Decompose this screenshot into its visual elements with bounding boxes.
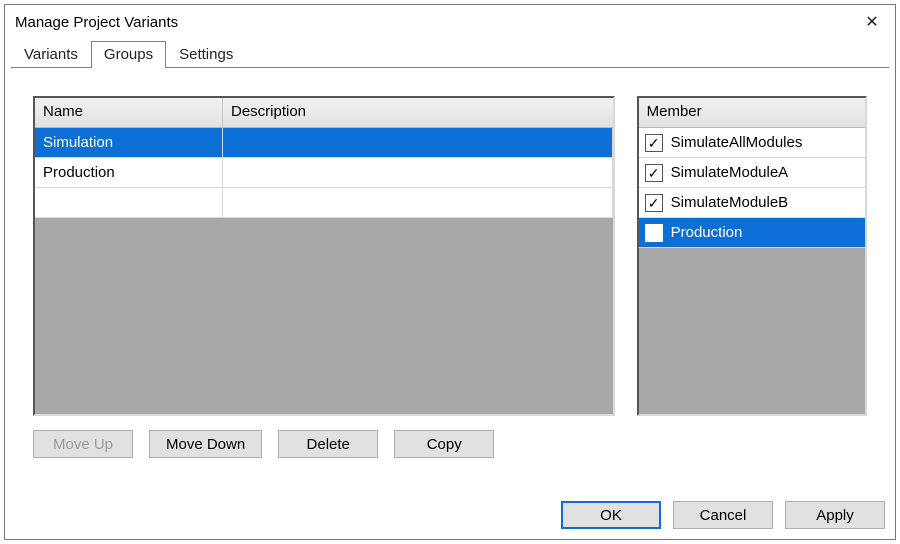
action-button-row: Move Up Move Down Delete Copy — [33, 430, 867, 458]
tab-content: Name Description Simulation Production — [5, 68, 895, 493]
list-item[interactable]: Production — [639, 218, 865, 248]
column-header-member[interactable]: Member — [639, 98, 865, 127]
table-row[interactable]: Simulation — [35, 128, 613, 158]
list-item[interactable]: ✓ SimulateAllModules — [639, 128, 865, 158]
tab-label: Variants — [24, 46, 78, 63]
cancel-button[interactable]: Cancel — [673, 501, 773, 529]
tab-strip: Variants Groups Settings — [5, 39, 895, 68]
member-label: SimulateModuleA — [671, 164, 789, 181]
checkbox-icon[interactable]: ✓ — [645, 134, 663, 152]
move-up-button[interactable]: Move Up — [33, 430, 133, 458]
ok-button[interactable]: OK — [561, 501, 661, 529]
cell-description — [223, 188, 613, 218]
checkbox-icon[interactable]: ✓ — [645, 164, 663, 182]
table-row[interactable] — [35, 188, 613, 218]
dialog-window: Manage Project Variants ✕ Variants Group… — [4, 4, 896, 540]
cell-name: Simulation — [35, 128, 223, 158]
dialog-footer: OK Cancel Apply — [5, 493, 895, 539]
list-item[interactable]: ✓ SimulateModuleB — [639, 188, 865, 218]
apply-button[interactable]: Apply — [785, 501, 885, 529]
cell-description — [223, 158, 613, 188]
member-label: Production — [671, 224, 743, 241]
cell-name — [35, 188, 223, 218]
tab-groups[interactable]: Groups — [91, 41, 166, 68]
tab-label: Groups — [104, 46, 153, 63]
checkbox-icon[interactable] — [645, 224, 663, 242]
cell-name: Production — [35, 158, 223, 188]
grid-body: Simulation Production — [35, 128, 613, 414]
cell-description — [223, 128, 613, 158]
move-down-button[interactable]: Move Down — [149, 430, 262, 458]
list-item[interactable]: ✓ SimulateModuleA — [639, 158, 865, 188]
grid-header: Member — [639, 98, 865, 128]
delete-button[interactable]: Delete — [278, 430, 378, 458]
tab-label: Settings — [179, 46, 233, 63]
member-label: SimulateAllModules — [671, 134, 803, 151]
column-header-description[interactable]: Description — [223, 98, 613, 127]
copy-button[interactable]: Copy — [394, 430, 494, 458]
close-icon[interactable]: ✕ — [849, 7, 895, 37]
groups-grid: Name Description Simulation Production — [33, 96, 615, 416]
member-label: SimulateModuleB — [671, 194, 789, 211]
tab-variants[interactable]: Variants — [11, 41, 91, 68]
tab-settings[interactable]: Settings — [166, 41, 246, 68]
members-grid: Member ✓ SimulateAllModules ✓ SimulateMo… — [637, 96, 867, 416]
titlebar: Manage Project Variants ✕ — [5, 5, 895, 39]
grid-body: ✓ SimulateAllModules ✓ SimulateModuleA ✓… — [639, 128, 865, 414]
column-header-name[interactable]: Name — [35, 98, 223, 127]
panels: Name Description Simulation Production — [33, 96, 867, 416]
checkbox-icon[interactable]: ✓ — [645, 194, 663, 212]
table-row[interactable]: Production — [35, 158, 613, 188]
window-title: Manage Project Variants — [15, 14, 849, 31]
grid-header: Name Description — [35, 98, 613, 128]
